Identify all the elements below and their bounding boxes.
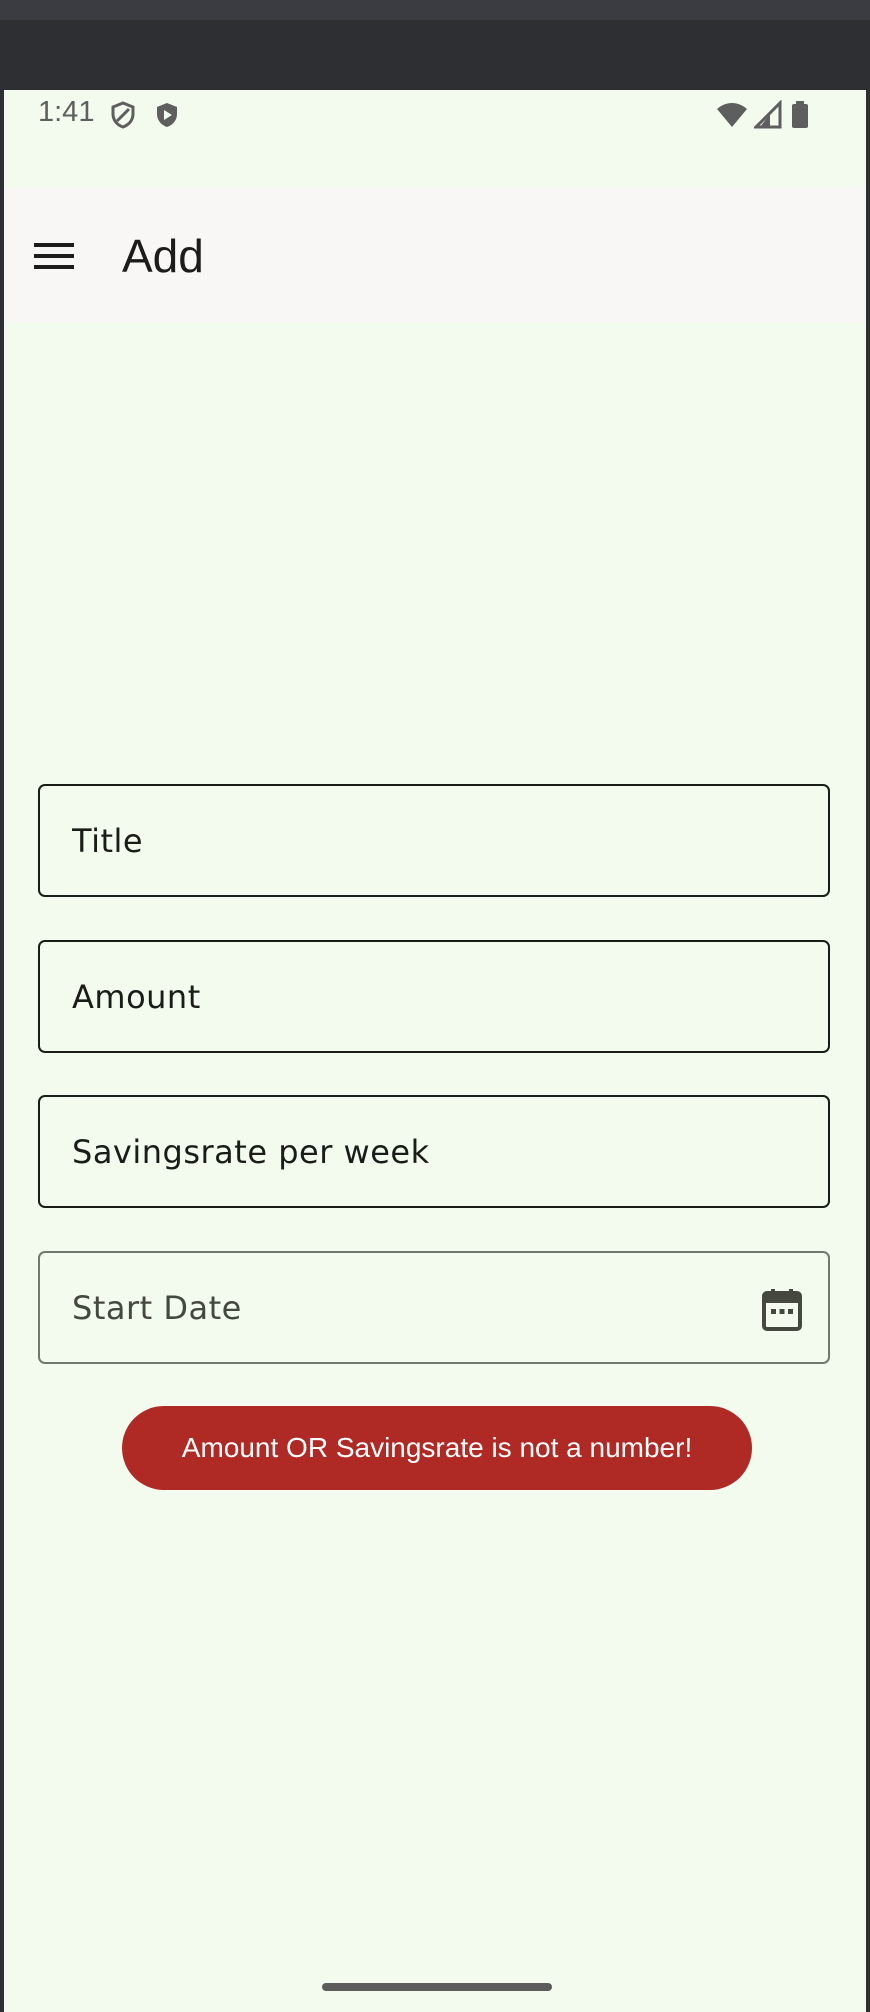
title-field[interactable]	[38, 784, 830, 897]
hamburger-menu-icon	[34, 243, 74, 269]
start-date-input[interactable]	[40, 1253, 828, 1362]
amount-input[interactable]	[40, 942, 828, 1051]
menu-button[interactable]	[24, 226, 84, 286]
calendar-icon	[762, 1289, 802, 1331]
phone-screen: 1:41 Add Title Amount Savingsrate per we…	[4, 90, 866, 2012]
savings-rate-field[interactable]	[38, 1095, 830, 1208]
page-title: Add	[122, 230, 204, 282]
calendar-button[interactable]	[762, 1289, 802, 1331]
amount-field[interactable]	[38, 940, 830, 1053]
savings-rate-input[interactable]	[40, 1097, 828, 1206]
start-date-field[interactable]	[38, 1251, 830, 1364]
home-indicator[interactable]	[322, 1983, 552, 1991]
status-time: 1:41	[38, 96, 95, 128]
window-toolbar	[0, 20, 870, 90]
window-top-frame	[0, 0, 870, 22]
cellular-icon	[752, 99, 784, 130]
wifi-icon	[716, 100, 747, 130]
error-toast: Amount OR Savingsrate is not a number!	[122, 1406, 752, 1490]
shield-icon	[108, 100, 138, 130]
battery-icon	[790, 100, 820, 130]
status-bar: 1:41	[4, 90, 866, 138]
title-input[interactable]	[40, 786, 828, 895]
play-protect-icon	[152, 100, 182, 130]
top-app-bar: Add	[4, 188, 866, 323]
